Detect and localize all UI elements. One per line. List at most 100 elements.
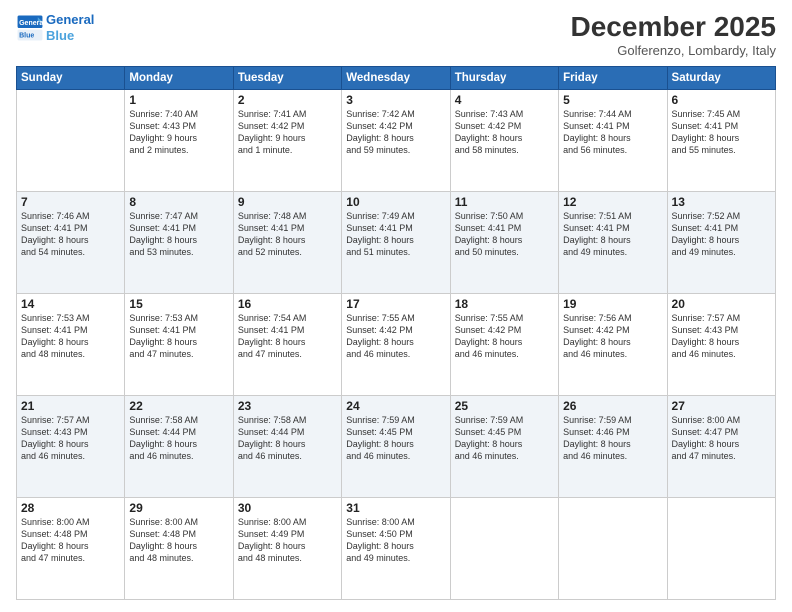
day-info: Sunrise: 7:41 AMSunset: 4:42 PMDaylight:… <box>238 108 337 157</box>
calendar-cell: 11Sunrise: 7:50 AMSunset: 4:41 PMDayligh… <box>450 191 558 293</box>
calendar-cell <box>450 497 558 599</box>
svg-text:Blue: Blue <box>19 32 34 39</box>
day-number: 5 <box>563 93 662 107</box>
calendar-cell: 5Sunrise: 7:44 AMSunset: 4:41 PMDaylight… <box>559 89 667 191</box>
day-info: Sunrise: 7:48 AMSunset: 4:41 PMDaylight:… <box>238 210 337 259</box>
day-info: Sunrise: 7:57 AMSunset: 4:43 PMDaylight:… <box>21 414 120 463</box>
day-number: 30 <box>238 501 337 515</box>
day-info: Sunrise: 7:54 AMSunset: 4:41 PMDaylight:… <box>238 312 337 361</box>
calendar-week-row: 14Sunrise: 7:53 AMSunset: 4:41 PMDayligh… <box>17 293 776 395</box>
day-number: 19 <box>563 297 662 311</box>
day-info: Sunrise: 7:53 AMSunset: 4:41 PMDaylight:… <box>21 312 120 361</box>
calendar-cell: 10Sunrise: 7:49 AMSunset: 4:41 PMDayligh… <box>342 191 450 293</box>
month-title: December 2025 <box>571 12 776 43</box>
day-info: Sunrise: 7:46 AMSunset: 4:41 PMDaylight:… <box>21 210 120 259</box>
calendar-week-row: 21Sunrise: 7:57 AMSunset: 4:43 PMDayligh… <box>17 395 776 497</box>
day-number: 8 <box>129 195 228 209</box>
calendar-header-sunday: Sunday <box>17 66 125 89</box>
calendar-cell <box>559 497 667 599</box>
day-number: 11 <box>455 195 554 209</box>
calendar-cell: 9Sunrise: 7:48 AMSunset: 4:41 PMDaylight… <box>233 191 341 293</box>
calendar-header-thursday: Thursday <box>450 66 558 89</box>
calendar-cell: 15Sunrise: 7:53 AMSunset: 4:41 PMDayligh… <box>125 293 233 395</box>
calendar-cell: 21Sunrise: 7:57 AMSunset: 4:43 PMDayligh… <box>17 395 125 497</box>
day-number: 1 <box>129 93 228 107</box>
calendar-cell: 28Sunrise: 8:00 AMSunset: 4:48 PMDayligh… <box>17 497 125 599</box>
day-number: 28 <box>21 501 120 515</box>
day-number: 29 <box>129 501 228 515</box>
day-info: Sunrise: 8:00 AMSunset: 4:48 PMDaylight:… <box>21 516 120 565</box>
calendar-cell: 30Sunrise: 8:00 AMSunset: 4:49 PMDayligh… <box>233 497 341 599</box>
calendar-week-row: 1Sunrise: 7:40 AMSunset: 4:43 PMDaylight… <box>17 89 776 191</box>
calendar-cell: 26Sunrise: 7:59 AMSunset: 4:46 PMDayligh… <box>559 395 667 497</box>
calendar-cell: 8Sunrise: 7:47 AMSunset: 4:41 PMDaylight… <box>125 191 233 293</box>
day-info: Sunrise: 8:00 AMSunset: 4:49 PMDaylight:… <box>238 516 337 565</box>
day-number: 20 <box>672 297 771 311</box>
title-block: December 2025 Golferenzo, Lombardy, Ital… <box>571 12 776 58</box>
calendar-cell: 23Sunrise: 7:58 AMSunset: 4:44 PMDayligh… <box>233 395 341 497</box>
calendar-cell: 27Sunrise: 8:00 AMSunset: 4:47 PMDayligh… <box>667 395 775 497</box>
calendar-cell: 1Sunrise: 7:40 AMSunset: 4:43 PMDaylight… <box>125 89 233 191</box>
day-info: Sunrise: 7:56 AMSunset: 4:42 PMDaylight:… <box>563 312 662 361</box>
day-info: Sunrise: 8:00 AMSunset: 4:50 PMDaylight:… <box>346 516 445 565</box>
day-number: 16 <box>238 297 337 311</box>
logo-icon: General Blue <box>16 14 44 42</box>
day-number: 21 <box>21 399 120 413</box>
calendar-cell: 6Sunrise: 7:45 AMSunset: 4:41 PMDaylight… <box>667 89 775 191</box>
day-info: Sunrise: 7:42 AMSunset: 4:42 PMDaylight:… <box>346 108 445 157</box>
day-number: 23 <box>238 399 337 413</box>
day-info: Sunrise: 7:40 AMSunset: 4:43 PMDaylight:… <box>129 108 228 157</box>
calendar-cell: 4Sunrise: 7:43 AMSunset: 4:42 PMDaylight… <box>450 89 558 191</box>
calendar-cell: 25Sunrise: 7:59 AMSunset: 4:45 PMDayligh… <box>450 395 558 497</box>
calendar-header-monday: Monday <box>125 66 233 89</box>
day-number: 10 <box>346 195 445 209</box>
page-container: General Blue General Blue December 2025 … <box>0 0 792 612</box>
day-number: 4 <box>455 93 554 107</box>
day-number: 31 <box>346 501 445 515</box>
calendar-cell: 24Sunrise: 7:59 AMSunset: 4:45 PMDayligh… <box>342 395 450 497</box>
day-number: 18 <box>455 297 554 311</box>
day-number: 12 <box>563 195 662 209</box>
calendar-cell: 29Sunrise: 8:00 AMSunset: 4:48 PMDayligh… <box>125 497 233 599</box>
day-number: 24 <box>346 399 445 413</box>
day-number: 14 <box>21 297 120 311</box>
day-info: Sunrise: 7:45 AMSunset: 4:41 PMDaylight:… <box>672 108 771 157</box>
day-info: Sunrise: 7:47 AMSunset: 4:41 PMDaylight:… <box>129 210 228 259</box>
day-number: 2 <box>238 93 337 107</box>
calendar-header-row: SundayMondayTuesdayWednesdayThursdayFrid… <box>17 66 776 89</box>
logo-line2: Blue <box>46 28 94 44</box>
day-info: Sunrise: 7:59 AMSunset: 4:45 PMDaylight:… <box>346 414 445 463</box>
location: Golferenzo, Lombardy, Italy <box>571 43 776 58</box>
calendar-header-tuesday: Tuesday <box>233 66 341 89</box>
day-number: 27 <box>672 399 771 413</box>
calendar-cell: 22Sunrise: 7:58 AMSunset: 4:44 PMDayligh… <box>125 395 233 497</box>
day-info: Sunrise: 7:52 AMSunset: 4:41 PMDaylight:… <box>672 210 771 259</box>
day-number: 15 <box>129 297 228 311</box>
calendar-cell: 2Sunrise: 7:41 AMSunset: 4:42 PMDaylight… <box>233 89 341 191</box>
calendar-week-row: 28Sunrise: 8:00 AMSunset: 4:48 PMDayligh… <box>17 497 776 599</box>
logo: General Blue General Blue <box>16 12 94 43</box>
day-number: 26 <box>563 399 662 413</box>
header: General Blue General Blue December 2025 … <box>16 12 776 58</box>
calendar-cell: 31Sunrise: 8:00 AMSunset: 4:50 PMDayligh… <box>342 497 450 599</box>
calendar-header-wednesday: Wednesday <box>342 66 450 89</box>
day-number: 13 <box>672 195 771 209</box>
calendar-cell: 18Sunrise: 7:55 AMSunset: 4:42 PMDayligh… <box>450 293 558 395</box>
day-number: 9 <box>238 195 337 209</box>
day-number: 22 <box>129 399 228 413</box>
day-info: Sunrise: 7:57 AMSunset: 4:43 PMDaylight:… <box>672 312 771 361</box>
calendar-cell: 16Sunrise: 7:54 AMSunset: 4:41 PMDayligh… <box>233 293 341 395</box>
day-info: Sunrise: 7:51 AMSunset: 4:41 PMDaylight:… <box>563 210 662 259</box>
day-info: Sunrise: 8:00 AMSunset: 4:47 PMDaylight:… <box>672 414 771 463</box>
day-info: Sunrise: 7:53 AMSunset: 4:41 PMDaylight:… <box>129 312 228 361</box>
calendar-cell <box>667 497 775 599</box>
calendar-cell: 14Sunrise: 7:53 AMSunset: 4:41 PMDayligh… <box>17 293 125 395</box>
calendar-table: SundayMondayTuesdayWednesdayThursdayFrid… <box>16 66 776 600</box>
calendar-cell: 20Sunrise: 7:57 AMSunset: 4:43 PMDayligh… <box>667 293 775 395</box>
day-info: Sunrise: 7:59 AMSunset: 4:46 PMDaylight:… <box>563 414 662 463</box>
calendar-cell: 3Sunrise: 7:42 AMSunset: 4:42 PMDaylight… <box>342 89 450 191</box>
calendar-cell: 12Sunrise: 7:51 AMSunset: 4:41 PMDayligh… <box>559 191 667 293</box>
svg-text:General: General <box>19 19 44 26</box>
calendar-cell: 19Sunrise: 7:56 AMSunset: 4:42 PMDayligh… <box>559 293 667 395</box>
day-info: Sunrise: 7:59 AMSunset: 4:45 PMDaylight:… <box>455 414 554 463</box>
